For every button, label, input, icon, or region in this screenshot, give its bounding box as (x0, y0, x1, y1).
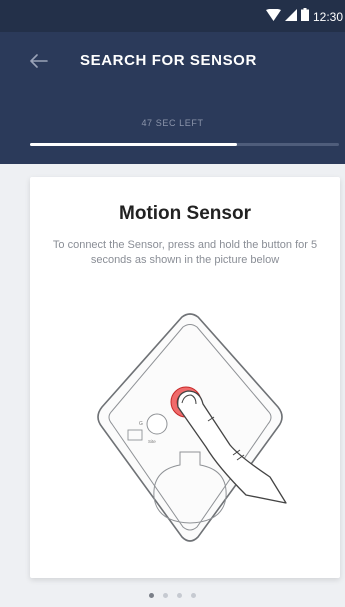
page-indicator (0, 593, 345, 598)
countdown-timer: 47 SEC LEFT (141, 118, 204, 128)
page-dot[interactable] (177, 593, 182, 598)
wifi-icon (265, 8, 281, 26)
marker-label: G (139, 421, 143, 427)
sensor-illustration: G Site (97, 313, 287, 542)
search-progress-bar (30, 143, 339, 146)
status-icons: 12:30 (265, 8, 343, 26)
sensor-card: Motion Sensor To connect the Sensor, pre… (30, 177, 340, 578)
status-time: 12:30 (312, 10, 343, 24)
secondary-button (146, 413, 168, 435)
page-dot[interactable] (191, 593, 196, 598)
app-header: SEARCH FOR SENSOR 47 SEC LEFT (0, 32, 345, 164)
battery-icon (300, 8, 309, 26)
back-button[interactable] (28, 53, 50, 73)
arrow-left-icon (30, 53, 48, 73)
page-dot[interactable] (149, 593, 154, 598)
button-caption: Site (148, 439, 156, 444)
page-title: SEARCH FOR SENSOR (80, 52, 257, 69)
page-dot[interactable] (163, 593, 168, 598)
search-progress-fill (30, 143, 238, 146)
status-bar: 12:30 (0, 0, 345, 32)
sensor-device-body (97, 313, 283, 542)
sensor-instructions: To connect the Sensor, press and hold th… (52, 239, 318, 266)
sensor-title: Motion Sensor (119, 203, 251, 224)
signal-icon (284, 8, 297, 26)
